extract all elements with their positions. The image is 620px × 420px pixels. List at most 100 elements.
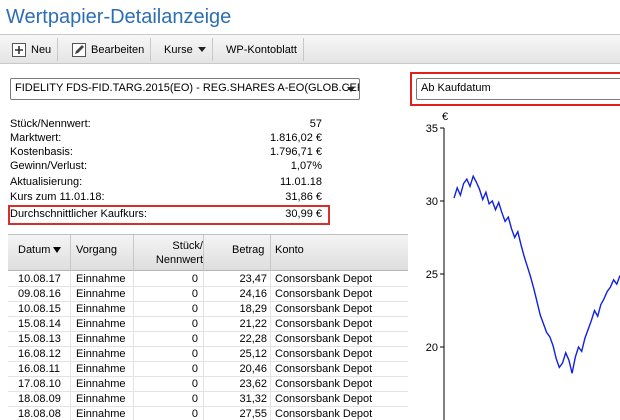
cell-date: 15.08.14 [18,318,61,330]
cell-date: 16.08.11 [18,363,61,375]
cell-type: Einnahme [76,348,126,360]
cell-date: 18.08.08 [18,408,61,420]
security-select-value: FIDELITY FDS-FID.TARG.2015(EO) - REG.SHA… [15,82,360,94]
pencil-icon [72,42,86,57]
summary-label: Marktwert: [10,132,62,144]
edit-button[interactable]: Bearbeiten [66,38,152,61]
cell-amount: 24,16 [239,288,267,300]
statement-button[interactable]: WP-Kontoblatt [220,38,304,61]
cell-date: 17.08.10 [18,378,61,390]
toolbar: Neu Bearbeiten Kurse WP-Kontoblatt [0,34,620,64]
new-button-label: Neu [31,43,52,56]
cell-account: Consorsbank Depot [275,333,373,345]
table-row[interactable]: 18.08.08 Einnahme 0 27,55 Consorsbank Depot [8,407,408,420]
table-row[interactable]: 15.08.14 Einnahme 0 21,22 Consorsbank Depot [8,317,408,332]
cell-type: Einnahme [76,318,126,330]
table-row[interactable]: 17.08.10 Einnahme 0 23,62 Consorsbank Depot [8,377,408,392]
cell-account: Consorsbank Depot [275,288,373,300]
cell-amount: 23,47 [239,273,267,285]
cell-shares: 0 [191,378,198,390]
cell-account: Consorsbank Depot [275,273,373,285]
range-select-value: Ab Kaufdatum [421,82,491,94]
cell-amount: 23,62 [239,378,267,390]
cell-account: Consorsbank Depot [275,303,373,315]
y-tick-label: 25 [426,269,438,281]
summary-value: 31,86 € [285,191,322,203]
cell-shares: 0 [191,363,198,375]
cell-amount: 21,22 [239,318,267,330]
y-tick-label: 35 [426,123,438,135]
prices-menu-button[interactable]: Kurse [158,38,213,61]
currency-label: € [442,111,448,123]
summary-value: 1.816,02 € [270,132,322,144]
summary-row: Aktualisierung: 11.01.18 [10,176,322,190]
cell-amount: 25,12 [239,348,267,360]
summary-value: 1.796,71 € [270,146,322,158]
summary-value: 11.01.18 [279,176,322,188]
edit-button-label: Bearbeiten [91,43,145,56]
summary-label: Stück/Nennwert: [10,118,91,130]
cell-shares: 0 [191,303,198,315]
y-tick-label: 20 [426,342,438,354]
table-row[interactable]: 16.08.11 Einnahme 0 20,46 Consorsbank Depot [8,362,408,377]
window-title: Wertpapier-Detailanzeige [6,6,232,28]
cell-type: Einnahme [76,408,126,420]
table-header: Datum Vorgang Stück/ Nennwert Betrag Kon… [8,235,408,271]
transactions-table: Datum Vorgang Stück/ Nennwert Betrag Kon… [8,234,408,420]
column-header-amount[interactable]: Betrag [232,243,264,257]
summary-label: Kostenbasis: [10,146,73,158]
security-details-pane: FIDELITY FDS-FID.TARG.2015(EO) - REG.SHA… [4,72,408,420]
column-header-date-label: Datum [18,244,51,256]
new-icon [12,42,26,57]
cell-type: Einnahme [76,303,126,315]
average-price-highlight [8,205,330,225]
security-select[interactable]: FIDELITY FDS-FID.TARG.2015(EO) - REG.SHA… [10,78,360,100]
new-button[interactable]: Neu [6,38,59,61]
cell-shares: 0 [191,333,198,345]
table-row[interactable]: 16.08.12 Einnahme 0 25,12 Consorsbank Depot [8,347,408,362]
y-tick-label: 30 [426,196,438,208]
cell-amount: 22,28 [239,333,267,345]
summary-row: Kostenbasis: 1.796,71 € [10,146,322,160]
price-series-line [453,174,620,374]
summary-value: 57 [309,118,322,130]
cell-amount: 18,29 [239,303,267,315]
column-header-shares[interactable]: Stück/ Nennwert [143,239,203,267]
summary-label: Gewinn/Verlust: [10,160,88,172]
price-chart: €20 25 30 35 [426,111,620,420]
summary-label: Aktualisierung: [10,176,83,188]
column-header-type[interactable]: Vorgang [76,243,117,257]
cell-account: Consorsbank Depot [275,318,373,330]
cell-type: Einnahme [76,393,126,405]
cell-date: 18.08.09 [18,393,61,405]
cell-shares: 0 [191,273,198,285]
table-row[interactable]: 09.08.16 Einnahme 0 24,16 Consorsbank Depot [8,287,408,302]
cell-type: Einnahme [76,378,126,390]
chart-pane: Ab Kaufdatum €20 25 30 35 [410,72,620,420]
cell-account: Consorsbank Depot [275,393,373,405]
cell-shares: 0 [191,348,198,360]
range-select[interactable]: Ab Kaufdatum [416,78,620,100]
summary-label: Kurs zum 11.01.18: [10,191,105,203]
cell-amount: 20,46 [239,363,267,375]
column-header-account[interactable]: Konto [275,243,304,257]
cell-amount: 27,55 [239,408,267,420]
cell-shares: 0 [191,408,198,420]
cell-date: 15.08.13 [18,333,61,345]
cell-date: 09.08.16 [18,288,61,300]
summary-row: Gewinn/Verlust: 1,07% [10,160,322,174]
table-row[interactable]: 15.08.13 Einnahme 0 22,28 Consorsbank Depot [8,332,408,347]
prices-button-label: Kurse [164,43,193,56]
cell-type: Einnahme [76,363,126,375]
column-header-date[interactable]: Datum [18,243,62,257]
summary-row: Marktwert: 1.816,02 € [10,132,322,146]
sort-down-icon [53,247,62,254]
table-row[interactable]: 18.08.09 Einnahme 0 31,32 Consorsbank Depot [8,392,408,407]
table-row[interactable]: 10.08.17 Einnahme 0 23,47 Consorsbank Depot [8,272,408,287]
cell-date: 10.08.15 [18,303,61,315]
cell-type: Einnahme [76,273,126,285]
summary-row: Stück/Nennwert: 57 [10,118,322,132]
cell-date: 16.08.12 [18,348,61,360]
table-row[interactable]: 10.08.15 Einnahme 0 18,29 Consorsbank Depot [8,302,408,317]
cell-account: Consorsbank Depot [275,348,373,360]
